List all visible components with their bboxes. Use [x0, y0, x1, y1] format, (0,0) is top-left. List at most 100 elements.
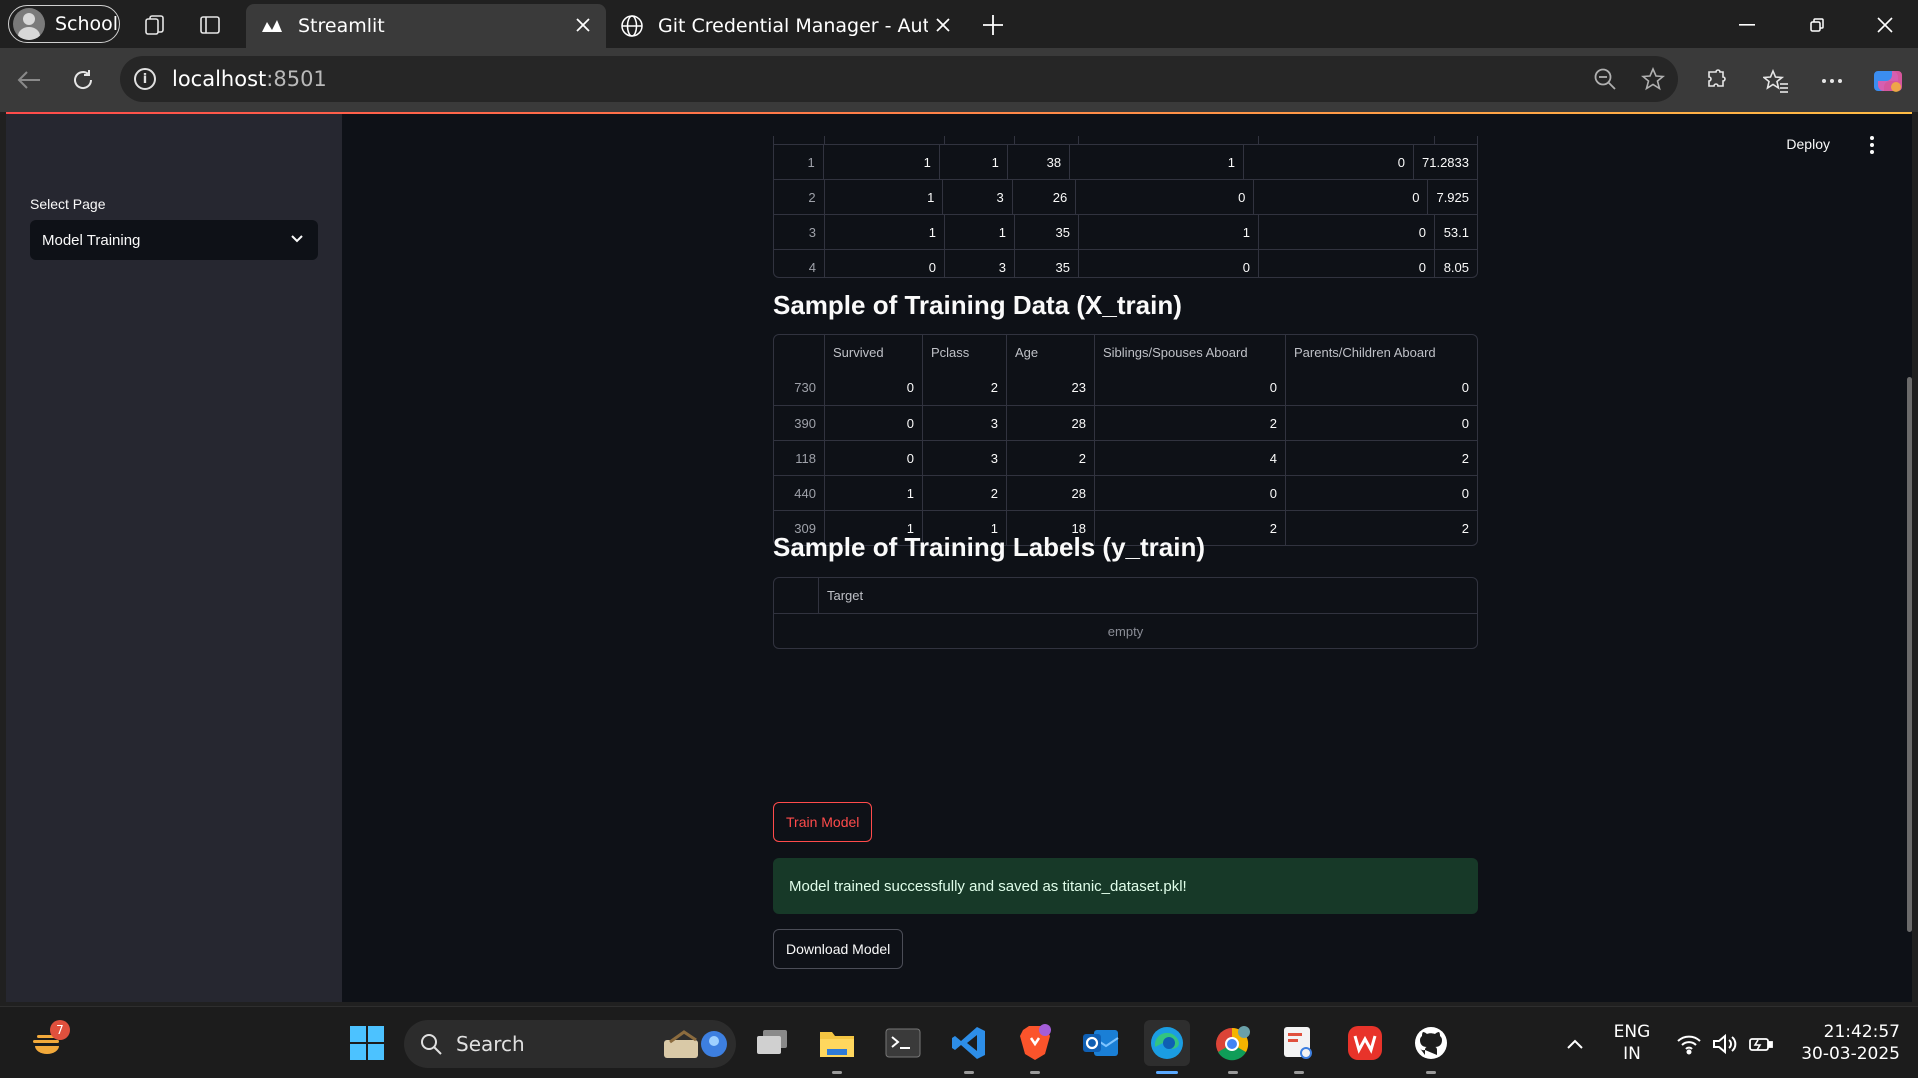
chevron-up-icon[interactable]	[1562, 1031, 1588, 1057]
page-scrollbar[interactable]	[1907, 377, 1912, 932]
table-cell: 1	[824, 215, 944, 249]
brave-button[interactable]	[1012, 1020, 1058, 1074]
more-options-icon[interactable]	[1816, 65, 1848, 97]
refresh-icon[interactable]	[68, 65, 98, 95]
file-explorer-button[interactable]	[814, 1020, 860, 1074]
y-train-heading: Sample of Training Labels (y_train)	[773, 532, 1205, 562]
page-select-value: Model Training	[42, 231, 141, 249]
chevron-down-icon	[290, 232, 304, 250]
search-placeholder: Search	[456, 1032, 525, 1056]
volume-icon[interactable]	[1710, 1029, 1740, 1059]
new-tab-icon[interactable]	[978, 10, 1008, 40]
table-cell: 28	[1006, 406, 1094, 440]
download-model-button[interactable]: Download Model	[773, 929, 904, 969]
table-row-cutoff	[774, 136, 1477, 144]
table-cell: 2	[1006, 441, 1094, 475]
widgets-button[interactable]: 7	[24, 1020, 70, 1066]
tab-actions-icon[interactable]	[195, 10, 225, 40]
table-row[interactable]: 118 0 3 2 4 2	[774, 440, 1477, 475]
table-cell	[944, 136, 1014, 144]
url-bar[interactable]: i localhost:8501	[120, 56, 1678, 102]
table-cell: 35	[1014, 250, 1078, 277]
tab-streamlit[interactable]: Streamlit	[246, 4, 606, 48]
terminal-button[interactable]	[880, 1020, 926, 1066]
select-page-label: Select Page	[30, 196, 106, 212]
github-desktop-button[interactable]	[1408, 1020, 1454, 1074]
wps-office-button[interactable]	[1342, 1020, 1388, 1066]
battery-icon[interactable]	[1746, 1029, 1776, 1059]
table-cell: 3	[922, 441, 1006, 475]
url-port: :8501	[266, 67, 327, 91]
chrome-button[interactable]	[1210, 1020, 1256, 1074]
outlook-button[interactable]	[1078, 1020, 1124, 1066]
profile-button[interactable]: School	[8, 5, 120, 43]
column-header[interactable]: Pclass	[922, 335, 1006, 370]
table-cell: 7.925	[1427, 180, 1477, 214]
table-row[interactable]: 3 1 1 35 1 0 53.1	[774, 214, 1477, 249]
language-indicator[interactable]: ENG IN	[1608, 1021, 1656, 1065]
column-header[interactable]: Parents/Children Aboard	[1285, 335, 1477, 370]
site-info-icon[interactable]: i	[134, 68, 156, 90]
table-header-row: Survived Pclass Age Siblings/Spouses Aboard…	[774, 335, 1477, 370]
column-header[interactable]: Target	[818, 578, 1477, 613]
tab-git-credential-manager[interactable]: Git Credential Manager - Authent	[606, 4, 966, 48]
vscode-button[interactable]	[946, 1020, 992, 1074]
address-bar-row: i localhost:8501	[0, 48, 1918, 112]
table-cell: 0	[1094, 476, 1285, 510]
restore-icon[interactable]	[1800, 10, 1834, 40]
taskbar-search[interactable]: Search	[404, 1020, 736, 1068]
y-train-table[interactable]: Target empty	[773, 577, 1478, 649]
close-icon[interactable]	[572, 14, 594, 36]
snipping-tool-button[interactable]	[1276, 1020, 1322, 1074]
column-header[interactable]: Siblings/Spouses Aboard	[1094, 335, 1285, 370]
url-host: localhost	[172, 67, 267, 91]
table-cell: 2	[922, 476, 1006, 510]
page-select[interactable]: Model Training	[30, 220, 318, 260]
table-cell: 1	[823, 180, 943, 214]
raw-data-table[interactable]: 1 1 1 38 1 0 71.2833 2 1 3 26 0 0 7.925 3 1 1 35 1 0 53.1 4 0 3…	[773, 136, 1478, 278]
streamlit-icon	[260, 14, 284, 38]
clock[interactable]: 21:42:57 30-03-2025	[1790, 1021, 1900, 1065]
main-menu-icon[interactable]	[1864, 134, 1880, 156]
deploy-button[interactable]: Deploy	[1786, 136, 1830, 152]
table-row[interactable]: 730 0 2 23 0 0	[774, 370, 1477, 405]
table-cell: 3	[922, 406, 1006, 440]
table-row[interactable]: 440 1 2 28 0 0	[774, 475, 1477, 510]
copilot-icon[interactable]	[1870, 63, 1906, 99]
table-cell: 0	[1242, 145, 1413, 179]
wifi-icon[interactable]	[1674, 1029, 1704, 1059]
zoom-out-icon[interactable]	[1592, 66, 1618, 92]
table-cell: 26	[1011, 180, 1075, 214]
column-header[interactable]: Age	[1006, 335, 1094, 370]
browser-tab-bar: School Streamlit Git Credential Manager …	[0, 0, 1918, 48]
region-code: IN	[1623, 1044, 1641, 1064]
table-cell: 0	[1258, 215, 1434, 249]
table-cell: 8.05	[1434, 250, 1477, 277]
x-train-table[interactable]: Survived Pclass Age Siblings/Spouses Aboard…	[773, 334, 1478, 546]
task-view-button[interactable]	[749, 1020, 795, 1066]
row-index: 730	[794, 380, 816, 395]
table-cell	[1258, 136, 1434, 144]
back-icon[interactable]	[14, 65, 44, 95]
close-window-icon[interactable]	[1868, 10, 1902, 40]
edge-button[interactable]	[1144, 1020, 1190, 1074]
workspaces-icon[interactable]	[140, 10, 170, 40]
table-cell: 53.1	[1434, 215, 1477, 249]
favorite-star-icon[interactable]	[1640, 66, 1666, 92]
extensions-icon[interactable]	[1700, 65, 1732, 97]
column-header[interactable]: Survived	[824, 335, 922, 370]
table-row[interactable]: 2 1 3 26 0 0 7.925	[774, 179, 1477, 214]
table-row[interactable]: 1 1 1 38 1 0 71.2833	[774, 144, 1477, 179]
url-text[interactable]: localhost:8501	[172, 67, 327, 91]
favorites-icon[interactable]	[1760, 65, 1792, 97]
table-cell: 3	[942, 180, 1011, 214]
table-row[interactable]: 390 0 3 28 2 0	[774, 405, 1477, 440]
start-button[interactable]	[344, 1020, 390, 1066]
minimize-icon[interactable]	[1730, 10, 1764, 40]
train-model-button[interactable]: Train Model	[773, 802, 873, 842]
tab-label: Streamlit	[298, 15, 385, 37]
table-cell: 1	[1069, 145, 1243, 179]
close-icon[interactable]	[932, 14, 954, 36]
table-row[interactable]: 4 0 3 35 0 0 8.05	[774, 249, 1477, 277]
table-cell: 0	[1285, 476, 1477, 510]
